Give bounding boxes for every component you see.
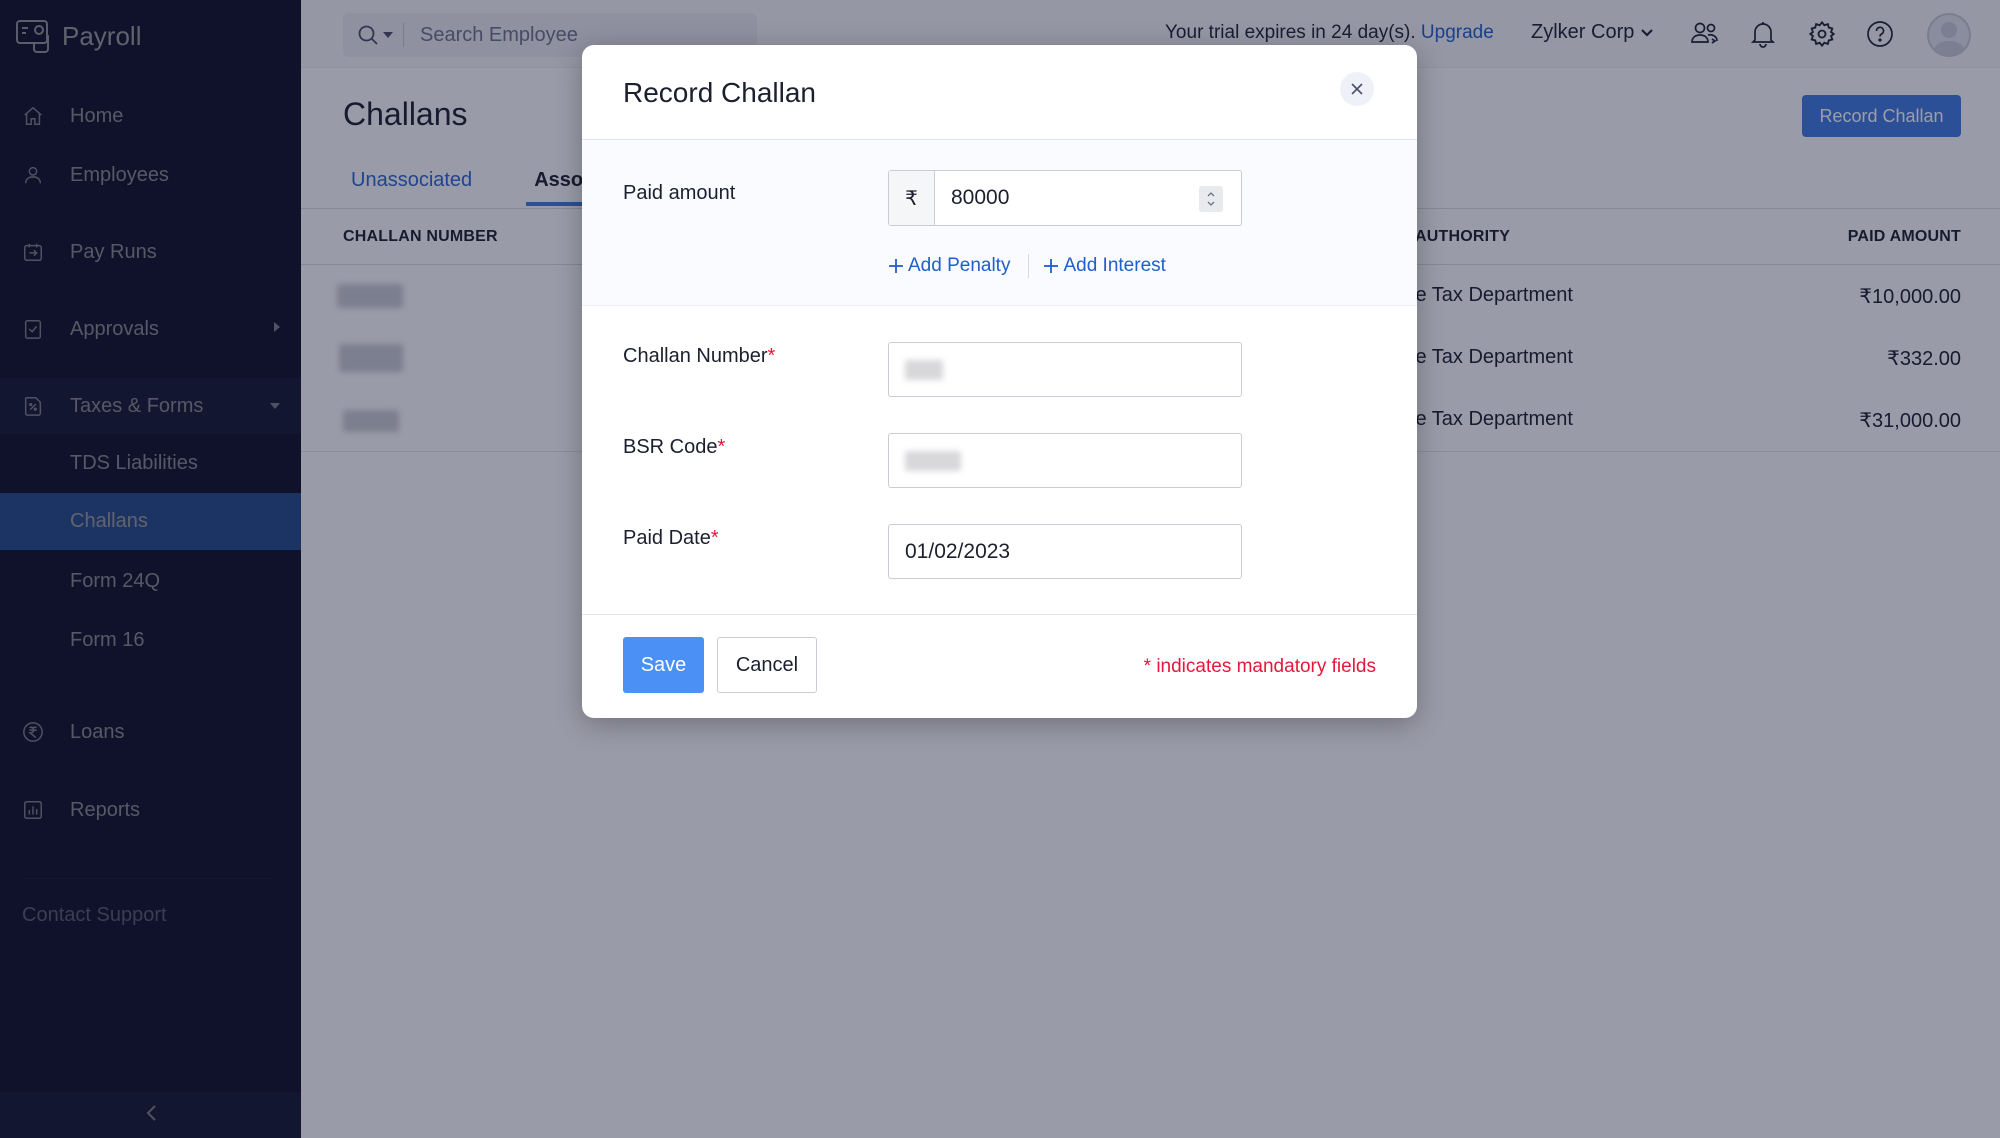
amount-stepper[interactable]	[1199, 186, 1223, 212]
challan-number-label: Challan Number*	[623, 345, 775, 368]
add-links: Add Penalty Add Interest	[888, 254, 1166, 278]
sidebar-dim	[0, 0, 301, 1138]
mandatory-fields-note: * indicates mandatory fields	[1143, 656, 1376, 677]
challan-number-redacted	[905, 359, 943, 380]
bsr-code-redacted	[905, 450, 961, 471]
cancel-button[interactable]: Cancel	[717, 637, 817, 693]
paid-amount-input[interactable]	[935, 171, 1241, 225]
add-penalty-label: Add Penalty	[908, 255, 1011, 276]
challan-number-input[interactable]	[888, 342, 1242, 397]
close-icon	[1351, 83, 1363, 95]
plus-icon	[889, 259, 903, 273]
add-penalty-link[interactable]: Add Penalty	[888, 255, 1010, 277]
stepper-arrows-icon	[1207, 192, 1215, 206]
add-interest-link[interactable]: Add Interest	[1043, 255, 1166, 277]
modal-title: Record Challan	[623, 77, 816, 108]
paid-amount-label: Paid amount	[623, 182, 736, 204]
required-marker: *	[767, 345, 776, 367]
plus-icon	[1044, 259, 1059, 273]
link-separator	[1028, 254, 1030, 278]
bsr-code-input[interactable]	[888, 433, 1242, 488]
paid-amount-field[interactable]: ₹	[888, 170, 1242, 226]
paid-date-label-text: Paid Date	[623, 527, 711, 549]
close-button[interactable]	[1340, 72, 1374, 106]
bsr-code-label: BSR Code*	[623, 436, 725, 459]
add-interest-label: Add Interest	[1063, 255, 1166, 276]
modal-footer: Save Cancel * indicates mandatory fields	[582, 614, 1417, 718]
paid-date-input[interactable]: 01/02/2023	[888, 524, 1242, 579]
modal-header: Record Challan	[582, 45, 1417, 140]
bsr-code-label-text: BSR Code	[623, 436, 718, 458]
currency-symbol: ₹	[889, 171, 935, 225]
challan-number-label-text: Challan Number	[623, 345, 768, 367]
paid-amount-section: Paid amount ₹ Add Penalty Add Interest	[582, 140, 1417, 306]
required-marker: *	[710, 527, 719, 549]
save-button[interactable]: Save	[623, 637, 704, 693]
required-marker: *	[717, 436, 726, 458]
paid-date-label: Paid Date*	[623, 527, 719, 550]
record-challan-modal: Record Challan Paid amount ₹ Add Penalty…	[582, 45, 1417, 718]
